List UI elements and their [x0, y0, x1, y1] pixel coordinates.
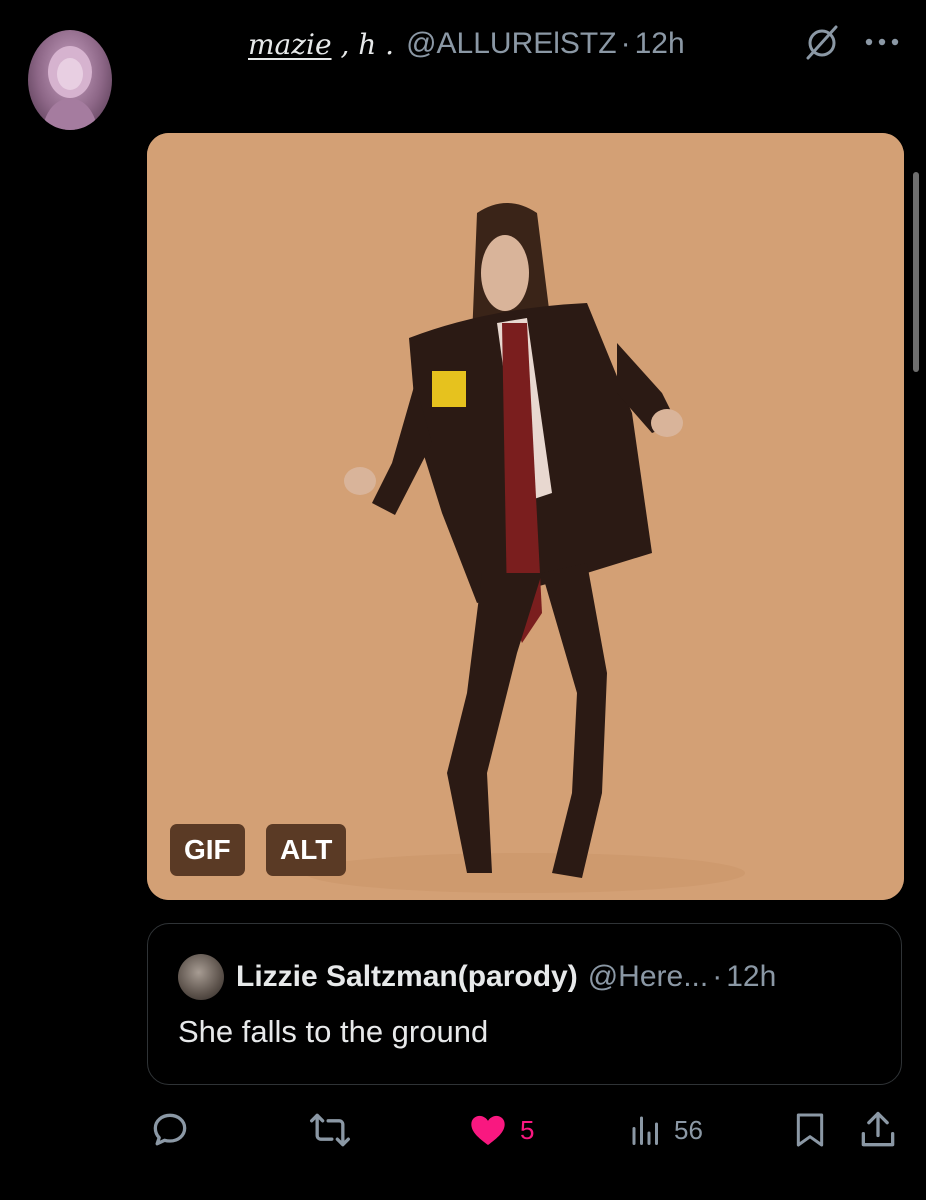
author-avatar[interactable] — [28, 30, 112, 130]
author-handle[interactable]: @ALLURElSTZ — [406, 27, 617, 61]
share-button[interactable] — [856, 1108, 900, 1152]
quote-author-handle: @Here... — [587, 960, 709, 993]
quote-author-name: Lizzie Saltzman(parody) — [236, 960, 578, 993]
author-display-name[interactable]: mazie , h . — [248, 28, 394, 61]
retweet-icon — [310, 1113, 350, 1147]
views-count: 56 — [674, 1114, 703, 1145]
reply-icon — [153, 1113, 187, 1146]
avatar-image — [42, 46, 98, 130]
alt-text-button[interactable]: ALT — [266, 824, 347, 876]
tweet-time[interactable]: 12h — [635, 27, 685, 61]
separator-dot: · — [620, 27, 631, 60]
tweet-header: mazie , h . @ALLURElSTZ · 12h — [248, 22, 685, 66]
views-button[interactable]: 56 — [628, 1108, 703, 1152]
bookmark-button[interactable] — [790, 1108, 830, 1152]
share-icon — [861, 1111, 895, 1147]
like-icon — [471, 1115, 505, 1145]
quote-time: 12h — [726, 960, 777, 993]
quote-header: Lizzie Saltzman(parody) @Here... · 12h — [236, 954, 776, 1000]
scrollbar[interactable] — [913, 172, 919, 372]
like-button[interactable]: 5 — [468, 1108, 534, 1152]
bookmark-icon — [796, 1113, 824, 1147]
grok-icon[interactable] — [804, 22, 840, 62]
reply-button[interactable] — [148, 1108, 192, 1152]
retweet-button[interactable] — [308, 1108, 352, 1152]
quote-author-avatar — [178, 954, 224, 1000]
gif-frame — [147, 133, 904, 900]
quote-tweet[interactable]: Lizzie Saltzman(parody) @Here... · 12h S… — [147, 923, 902, 1085]
more-icon[interactable] — [862, 32, 902, 52]
views-icon — [632, 1116, 658, 1145]
separator-dot: · — [712, 960, 723, 993]
tweet-media-gif[interactable] — [147, 133, 904, 900]
like-count: 5 — [520, 1114, 535, 1145]
gif-badge: GIF — [170, 824, 245, 876]
quote-text: She falls to the ground — [178, 1014, 489, 1049]
